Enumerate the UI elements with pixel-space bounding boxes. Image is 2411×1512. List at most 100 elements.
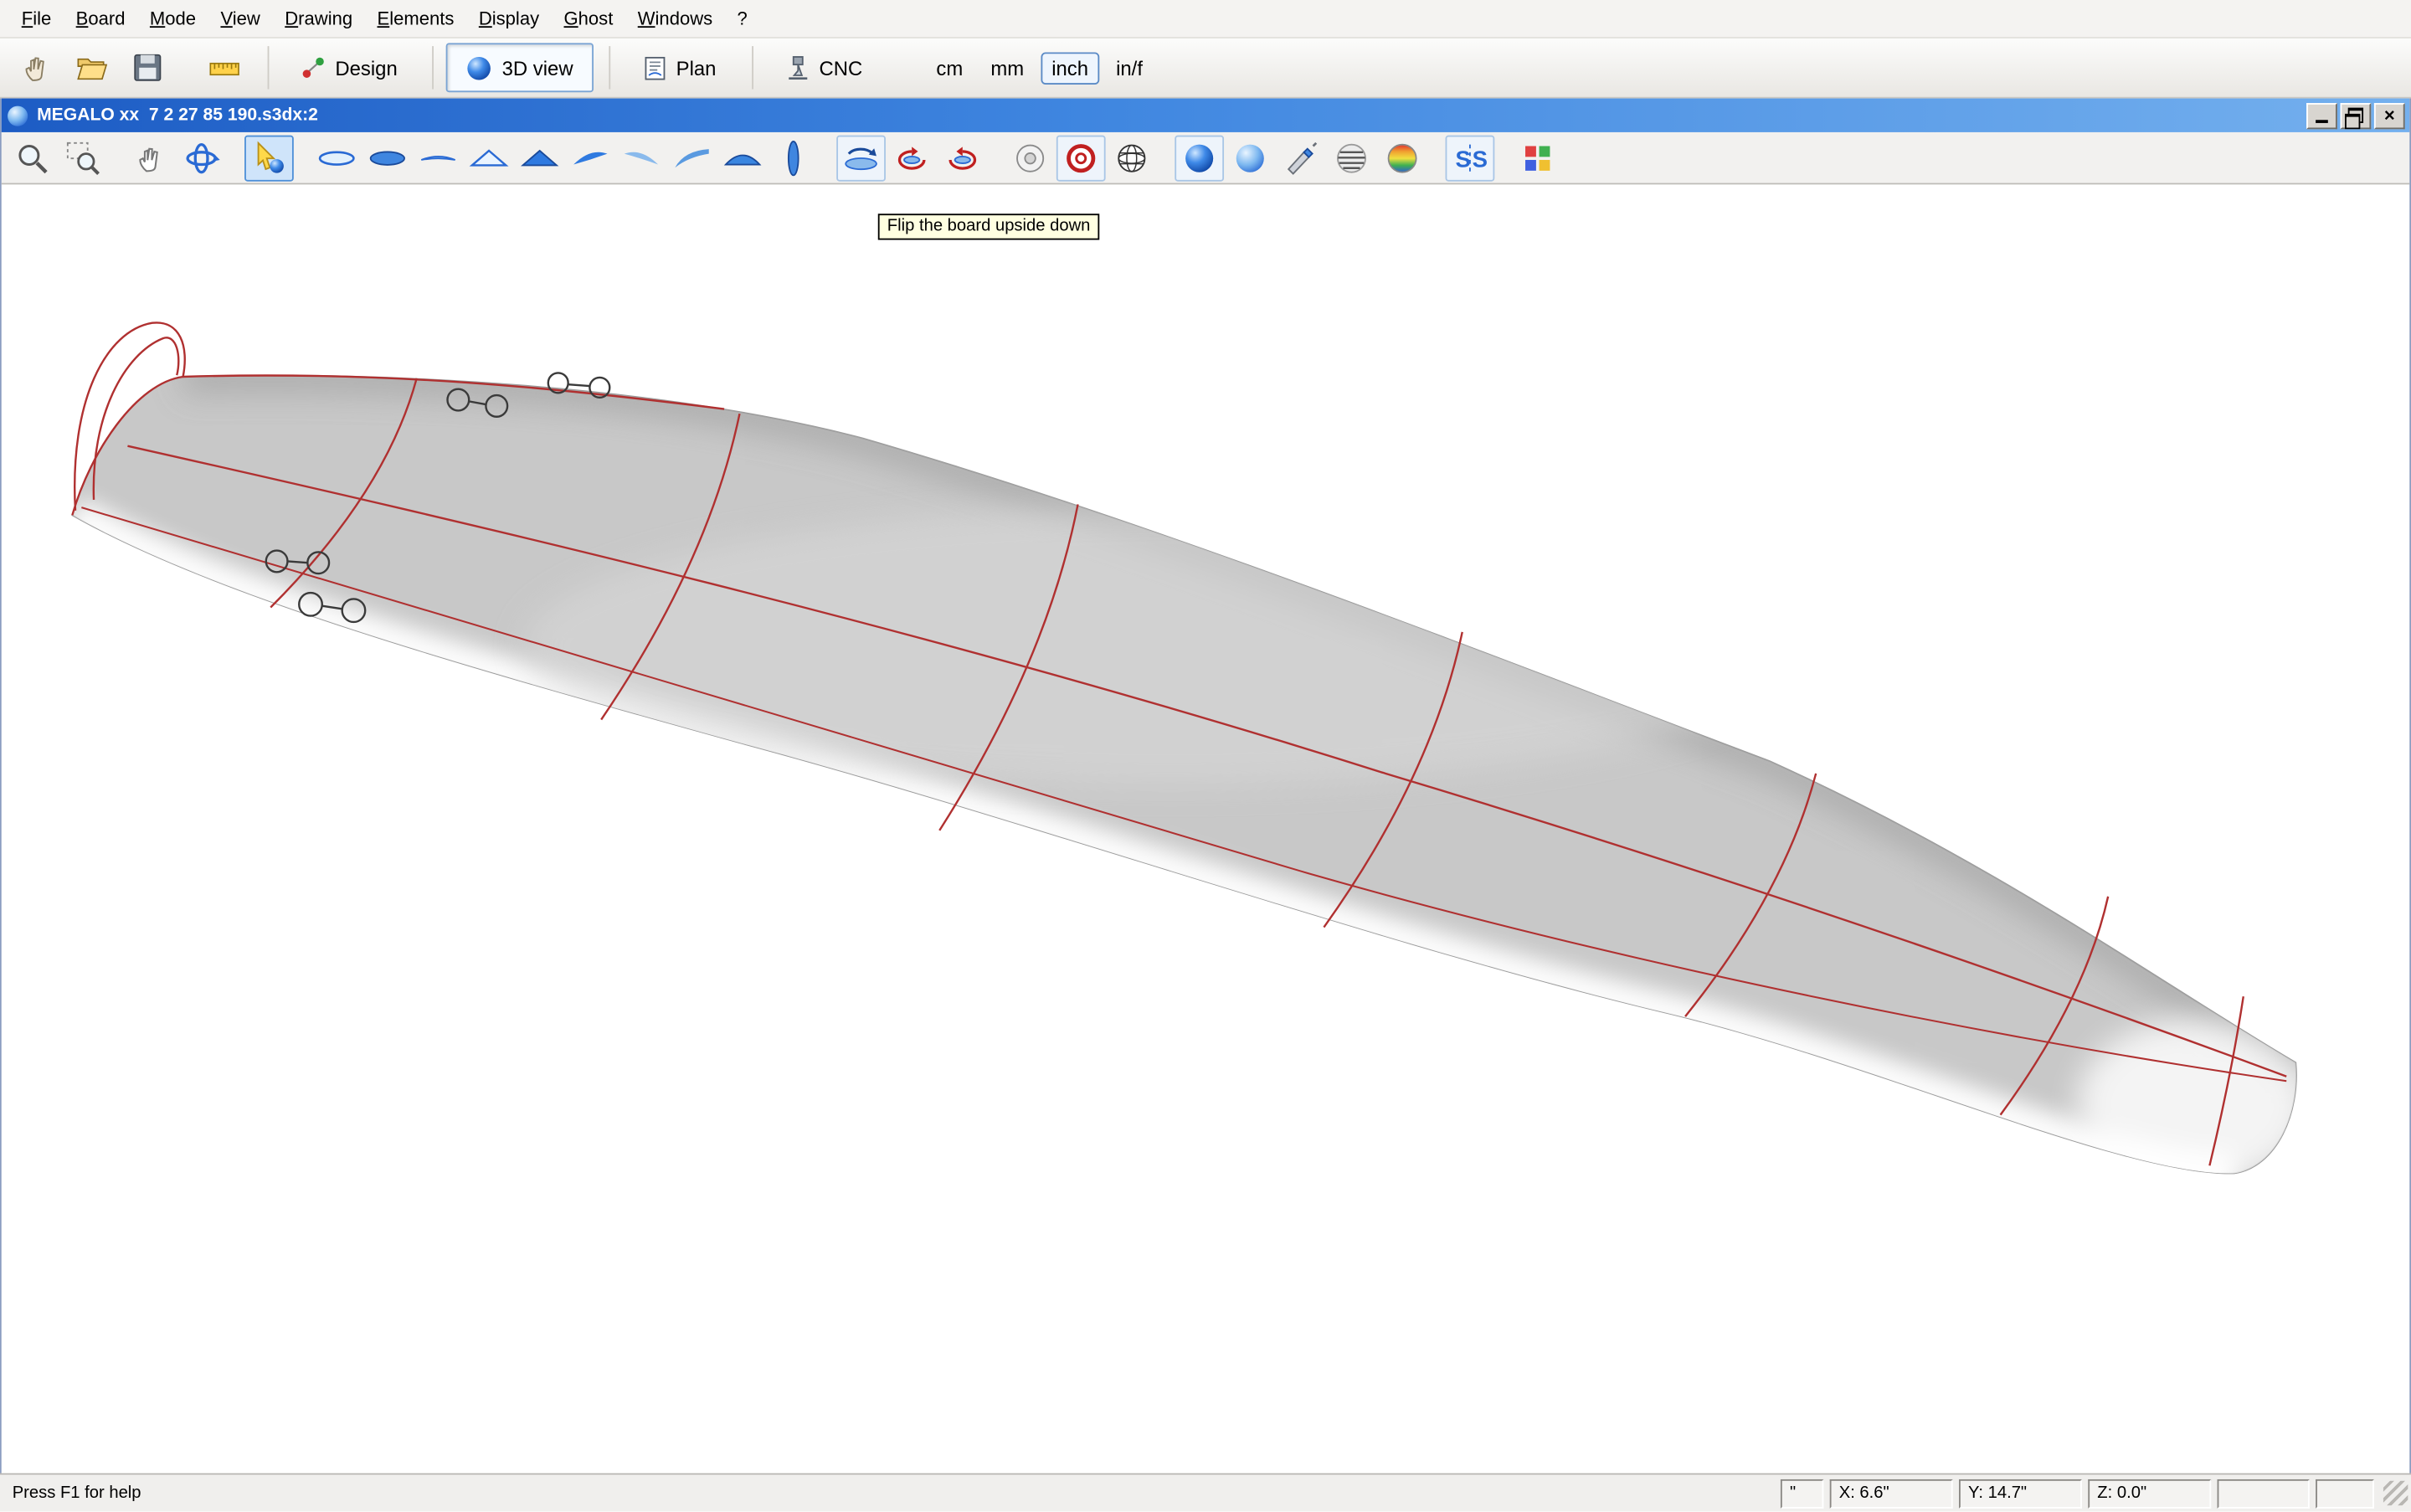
curvature-icon: S S: [1452, 139, 1488, 176]
save-file-button[interactable]: [123, 43, 172, 92]
wireframe-sphere-icon: [1113, 139, 1150, 176]
torus-white-button[interactable]: [1005, 135, 1055, 181]
board-outline-view-button[interactable]: [312, 135, 362, 181]
striped-sphere-icon: [1333, 139, 1370, 176]
render-sphere-lines-button[interactable]: [1327, 135, 1376, 181]
unit-inf[interactable]: in/f: [1105, 52, 1154, 85]
menu-mode[interactable]: Mode: [137, 3, 208, 34]
document-titlebar[interactable]: MEGALO xx 7 2 27 85 190.s3dx:2 ×: [2, 99, 2409, 132]
section-outline-view-button[interactable]: [465, 135, 514, 181]
status-unit: ": [1781, 1479, 1823, 1508]
color-palette-button[interactable]: [1513, 135, 1562, 181]
menu-elements[interactable]: Elements: [365, 3, 466, 34]
pan-hand-icon: [134, 141, 167, 174]
open-file-button[interactable]: [68, 43, 117, 92]
main-toolbar: Design 3D view Plan CNC: [0, 39, 2411, 99]
rainbow-sphere-icon: [1384, 139, 1421, 176]
rotate-left-icon: [892, 139, 932, 176]
status-empty-box-1: [2218, 1479, 2310, 1508]
application-window: File Board Mode View Drawing Elements Di…: [0, 0, 2411, 1507]
menu-drawing[interactable]: Drawing: [273, 3, 365, 34]
slice-2-icon: [621, 139, 661, 176]
blue-sphere-icon: [1181, 139, 1218, 176]
profile-vertical-view-button[interactable]: [769, 135, 818, 181]
mode-plan-button[interactable]: Plan: [622, 43, 736, 92]
menu-display[interactable]: Display: [466, 3, 552, 34]
svg-text:S: S: [1473, 145, 1488, 171]
unit-selector: cm mm inch in/f: [926, 52, 1154, 85]
measure-button[interactable]: [200, 43, 249, 92]
mode-design-button[interactable]: Design: [281, 43, 417, 92]
hand-tool-button[interactable]: [13, 43, 62, 92]
airbrush-button[interactable]: [1276, 135, 1325, 181]
board-bottom-view-button[interactable]: [362, 135, 412, 181]
render-sphere-blue-button[interactable]: [1175, 135, 1224, 181]
menu-help[interactable]: ?: [725, 3, 760, 34]
board-3d-render: [2, 184, 2409, 1473]
app-icon: [6, 104, 29, 127]
flip-board-icon: [841, 139, 882, 176]
slice-view-4-button[interactable]: [718, 135, 768, 181]
palette-icon: [1521, 141, 1555, 174]
menu-windows[interactable]: Windows: [625, 3, 725, 34]
close-button[interactable]: ×: [2374, 102, 2405, 128]
flip-board-button[interactable]: [836, 135, 886, 181]
menu-file[interactable]: File: [9, 3, 64, 34]
menu-board[interactable]: Board: [64, 3, 137, 34]
rotate-3d-button[interactable]: [177, 135, 226, 181]
plan-icon: [642, 54, 666, 80]
unit-mm[interactable]: mm: [979, 52, 1035, 85]
pointer-icon: [250, 139, 287, 176]
board-bottom-icon: [368, 139, 408, 176]
resize-grip[interactable]: [2383, 1481, 2408, 1505]
slice-4-icon: [722, 139, 763, 176]
mode-plan-label: Plan: [676, 56, 717, 80]
rotate-3d-icon: [183, 139, 220, 176]
slice-view-1-button[interactable]: [566, 135, 615, 181]
zoom-button[interactable]: [8, 135, 57, 181]
airbrush-icon: [1283, 139, 1319, 176]
svg-text:S: S: [1455, 145, 1470, 171]
torus-red-button[interactable]: [1056, 135, 1106, 181]
mode-cnc-label: CNC: [820, 56, 863, 80]
slice-view-2-button[interactable]: [617, 135, 666, 181]
render-sphere-light-button[interactable]: [1226, 135, 1275, 181]
slice-view-3-button[interactable]: [667, 135, 717, 181]
menu-view[interactable]: View: [208, 3, 273, 34]
restore-button[interactable]: [2341, 102, 2372, 128]
pan-button[interactable]: [126, 135, 176, 181]
wireframe-sphere-button[interactable]: [1107, 135, 1156, 181]
status-z-coordinate: Z: 0.0": [2088, 1479, 2211, 1508]
status-empty-box-2: [2316, 1479, 2374, 1508]
render-sphere-rainbow-button[interactable]: [1378, 135, 1427, 181]
toolbar-separator: [268, 46, 270, 89]
3d-view-icon: [466, 54, 492, 80]
status-help-text: Press F1 for help: [13, 1484, 1781, 1502]
open-folder-icon: [75, 51, 109, 85]
unit-inch[interactable]: inch: [1041, 52, 1099, 85]
save-icon: [131, 51, 164, 85]
zoom-window-button[interactable]: [59, 135, 108, 181]
section-filled-view-button[interactable]: [515, 135, 564, 181]
rotate-board-right-button[interactable]: [938, 135, 987, 181]
rocker-view-button[interactable]: [414, 135, 463, 181]
menu-ghost[interactable]: Ghost: [552, 3, 625, 34]
minimize-button[interactable]: [2306, 102, 2337, 128]
toolbar-separator: [752, 46, 753, 89]
board-3d-canvas[interactable]: Flip the board upside down: [2, 184, 2409, 1473]
cnc-icon: [785, 54, 810, 80]
section-outline-icon: [469, 139, 509, 176]
minimize-icon: [2316, 119, 2328, 122]
profile-vertical-icon: [775, 137, 812, 177]
torus-white-icon: [1012, 139, 1049, 176]
section-filled-icon: [520, 139, 560, 176]
light-sphere-icon: [1231, 139, 1268, 176]
select-pointer-button[interactable]: [244, 135, 294, 181]
unit-cm[interactable]: cm: [926, 52, 974, 85]
curvature-display-button[interactable]: S S: [1446, 135, 1495, 181]
mode-design-label: Design: [335, 56, 397, 80]
rotate-board-left-button[interactable]: [887, 135, 937, 181]
mode-3d-view-button[interactable]: 3D view: [447, 43, 594, 92]
mode-cnc-button[interactable]: CNC: [765, 43, 882, 92]
view-toolbar: S S: [2, 132, 2409, 184]
